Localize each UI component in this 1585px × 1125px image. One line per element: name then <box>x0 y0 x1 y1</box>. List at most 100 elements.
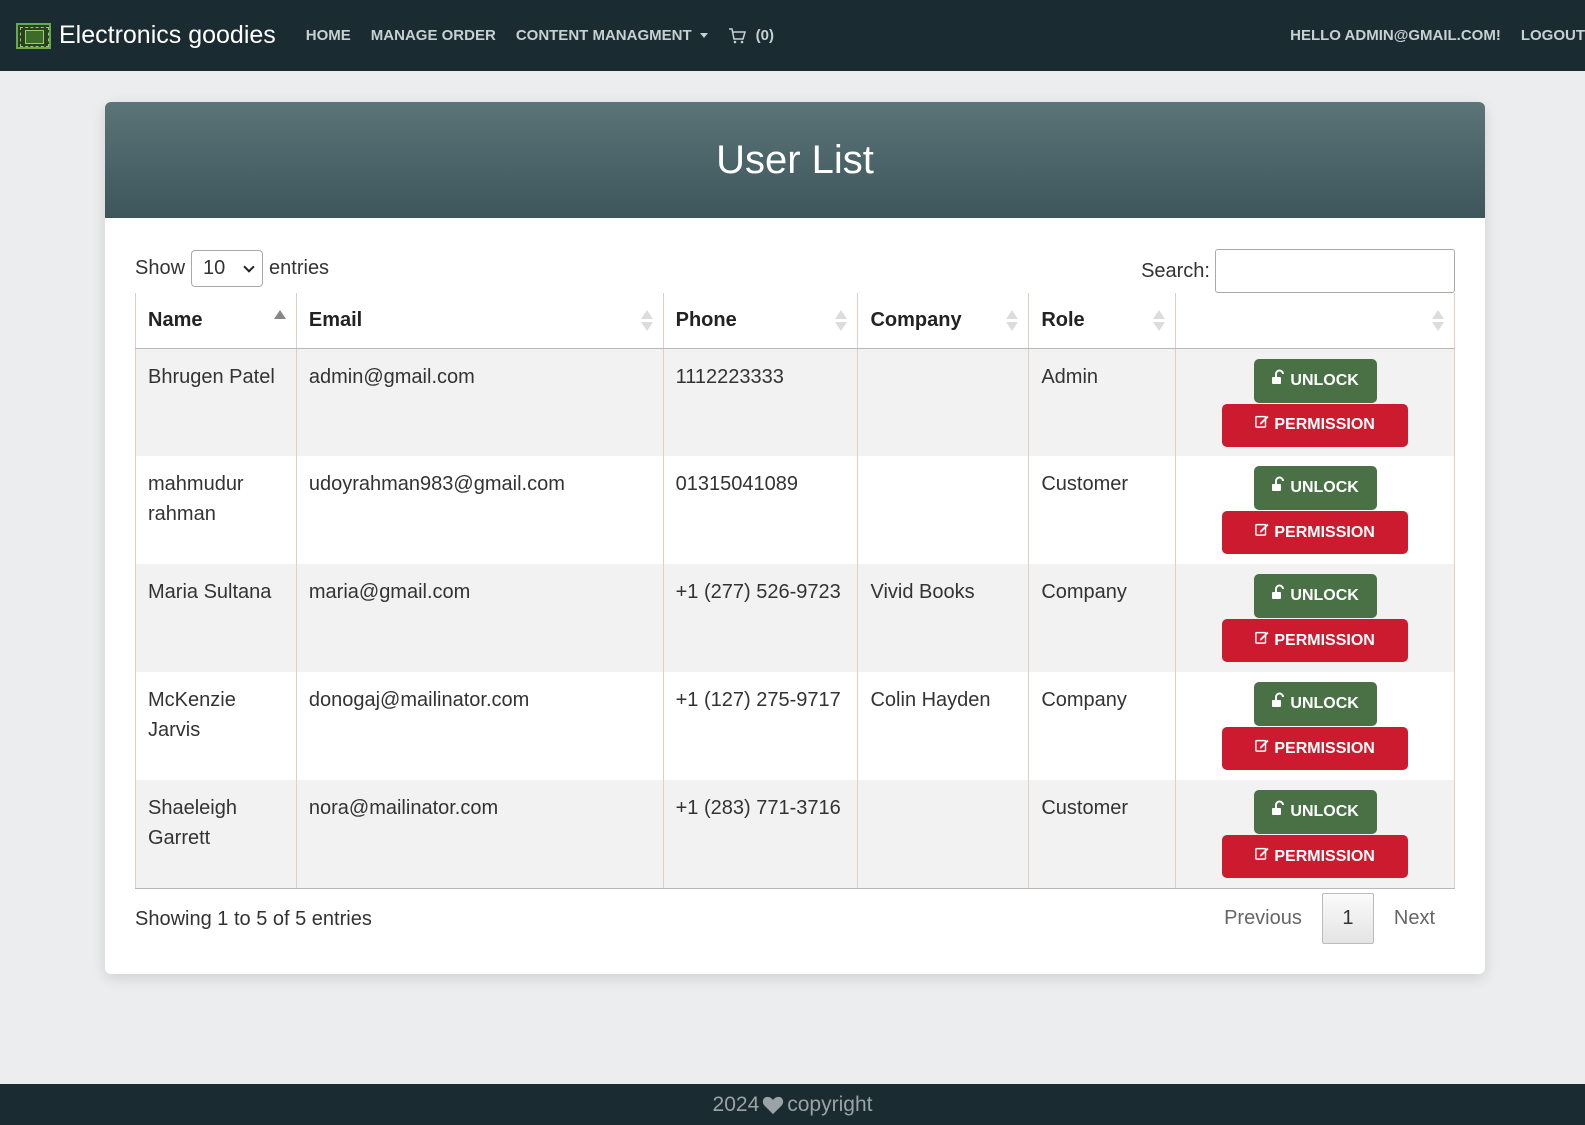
logout-link[interactable]: LOGOUT <box>1521 27 1585 44</box>
card-header: User List <box>105 102 1485 218</box>
unlock-icon <box>1271 473 1290 503</box>
sort-icon <box>1153 310 1166 332</box>
table-row: Maria Sultana maria@gmail.com +1 (277) 526… <box>135 564 1455 672</box>
unlock-icon <box>1271 366 1290 396</box>
column-header-email[interactable]: Email <box>296 293 664 349</box>
table-row: mahmudur rahman udoyrahman983@gmail.com 01… <box>135 456 1455 564</box>
permission-button[interactable]: PERMISSION <box>1222 619 1409 662</box>
edit-icon <box>1255 734 1274 764</box>
cart-icon <box>728 27 746 43</box>
edit-icon <box>1255 518 1274 548</box>
cell-actions: UNLOCK PERMISSION <box>1175 456 1455 564</box>
cell-phone: +1 (277) 526-9723 <box>663 564 859 672</box>
cell-email: udoyrahman983@gmail.com <box>296 456 664 564</box>
nav-manage-order[interactable]: MANAGE ORDER <box>371 27 496 44</box>
column-header-label: Email <box>308 308 363 331</box>
permission-label: PERMISSION <box>1274 631 1375 649</box>
permission-label: PERMISSION <box>1274 739 1375 757</box>
column-header-label: Company <box>870 308 962 331</box>
unlock-button[interactable]: UNLOCK <box>1253 358 1377 403</box>
nav-home[interactable]: HOME <box>306 27 351 44</box>
cell-role: Customer <box>1028 456 1177 564</box>
cell-email: nora@mailinator.com <box>296 780 664 889</box>
unlock-icon <box>1271 689 1290 719</box>
permission-label: PERMISSION <box>1274 416 1375 433</box>
permission-button[interactable]: PERMISSION <box>1222 835 1409 878</box>
cell-company: Vivid Books <box>857 564 1030 672</box>
cell-role: Company <box>1028 564 1177 672</box>
sort-icon <box>1006 310 1019 332</box>
column-header-name[interactable]: Name <box>135 293 297 349</box>
unlock-button[interactable]: UNLOCK <box>1253 466 1377 510</box>
cell-phone: 1112223333 <box>663 348 859 456</box>
edit-icon <box>1255 410 1274 440</box>
table-row: Shaeleigh Garrett nora@mailinator.com +1 (… <box>135 780 1455 889</box>
brand-link[interactable]: Electronics goodies <box>16 21 276 50</box>
cell-role: Company <box>1028 672 1177 780</box>
permission-label: PERMISSION <box>1274 847 1375 865</box>
heart-icon <box>763 1096 784 1114</box>
cell-name: Shaeleigh Garrett <box>135 780 297 889</box>
permission-button[interactable]: PERMISSION <box>1222 403 1409 447</box>
brand-name: Electronics goodies <box>59 21 276 49</box>
nav-content-management-label: CONTENT MANAGMENT <box>515 27 692 44</box>
column-header-label: Phone <box>675 308 737 331</box>
cell-phone: +1 (283) 771-3716 <box>663 780 859 889</box>
user-table: Name Email Phone Company Role Bhrugen Pa… <box>135 293 1455 889</box>
cell-role: Customer <box>1028 780 1177 889</box>
permission-label: PERMISSION <box>1274 523 1375 541</box>
sort-icon <box>1432 310 1444 332</box>
page-title: User List <box>716 137 874 182</box>
unlock-label: UNLOCK <box>1290 587 1359 604</box>
cell-actions: UNLOCK PERMISSION <box>1175 672 1455 780</box>
footer-text: copyright <box>787 1092 873 1116</box>
cell-role: Admin <box>1028 348 1177 456</box>
column-header-role[interactable]: Role <box>1028 293 1177 349</box>
search-input[interactable] <box>1215 249 1455 293</box>
cell-phone: 01315041089 <box>663 456 859 564</box>
permission-button[interactable]: PERMISSION <box>1222 511 1409 554</box>
nav-content-management-dropdown[interactable]: CONTENT MANAGMENT <box>516 27 708 44</box>
nav-links: HOME MANAGE ORDER CONTENT MANAGMENT (0) <box>306 27 774 44</box>
table-row: Bhrugen Patel admin@gmail.com 1112223333 Ad… <box>135 348 1455 456</box>
nav-cart[interactable]: (0) <box>728 27 774 44</box>
cell-name: Bhrugen Patel <box>135 348 297 456</box>
next-page-button[interactable]: Next <box>1374 907 1455 930</box>
cell-company <box>857 456 1030 564</box>
user-list-card: User List Show 10 entries Search: Name E… <box>105 102 1485 974</box>
unlock-button[interactable]: UNLOCK <box>1253 574 1377 618</box>
caret-down-icon <box>699 33 708 38</box>
cell-actions: UNLOCK PERMISSION <box>1175 564 1455 672</box>
column-header-label: Role <box>1041 308 1085 331</box>
cell-company: Colin Hayden <box>857 672 1030 780</box>
sort-icon <box>835 310 848 332</box>
entries-select-value: 10 <box>203 257 226 279</box>
page-1-button[interactable]: 1 <box>1321 893 1374 944</box>
permission-button[interactable]: PERMISSION <box>1222 727 1409 770</box>
entries-select[interactable]: 10 <box>191 250 264 287</box>
column-header-phone[interactable]: Phone <box>663 293 859 349</box>
cell-name: McKenzie Jarvis <box>135 672 297 780</box>
column-header-actions[interactable] <box>1175 293 1455 349</box>
pagination: Previous 1 Next <box>1204 893 1455 944</box>
navbar: Electronics goodies HOME MANAGE ORDER CO… <box>0 0 1585 71</box>
sort-asc-icon <box>273 310 286 332</box>
cell-name: Maria Sultana <box>135 564 297 672</box>
previous-page-button[interactable]: Previous <box>1204 907 1322 930</box>
cell-name: mahmudur rahman <box>135 456 297 564</box>
unlock-button[interactable]: UNLOCK <box>1253 790 1377 834</box>
unlock-button[interactable]: UNLOCK <box>1253 682 1377 726</box>
table-body: Bhrugen Patel admin@gmail.com 1112223333 Ad… <box>135 348 1455 889</box>
footer-year: 2024 <box>712 1092 760 1116</box>
column-header-label: Name <box>148 308 203 331</box>
unlock-label: UNLOCK <box>1290 371 1359 389</box>
cart-count: (0) <box>755 27 774 44</box>
unlock-icon <box>1271 797 1290 827</box>
table-header-row: Name Email Phone Company Role <box>135 293 1455 349</box>
sort-icon <box>640 310 653 332</box>
circuit-board-logo-icon <box>16 22 51 49</box>
user-greeting[interactable]: HELLO ADMIN@GMAIL.COM! <box>1290 27 1501 44</box>
column-header-company[interactable]: Company <box>857 293 1030 349</box>
unlock-label: UNLOCK <box>1290 803 1359 820</box>
table-row: McKenzie Jarvis donogaj@mailinator.com +1 … <box>135 672 1455 780</box>
